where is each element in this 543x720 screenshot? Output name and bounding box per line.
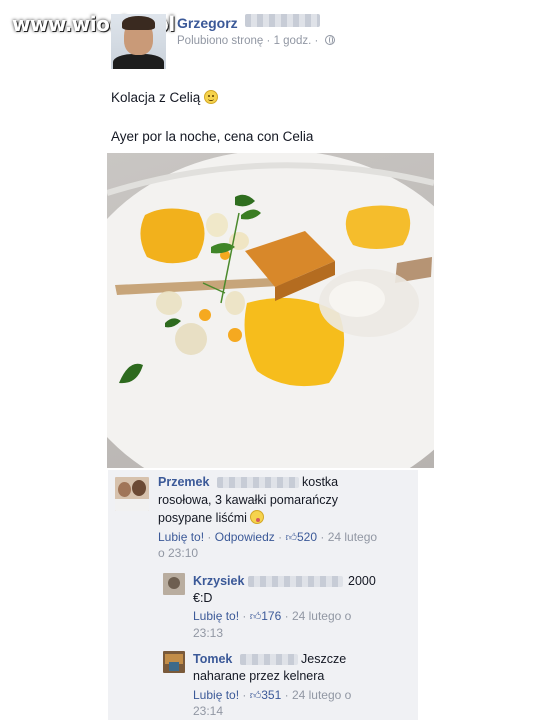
comment-text: Jeszcze [301,652,347,666]
sponge-cake-1 [140,208,205,264]
like-count[interactable]: 176 [261,609,281,623]
comment-avatar-tomek[interactable] [163,651,185,673]
like-link[interactable]: Lubię to! [193,609,239,623]
reply-link[interactable]: Odpowiedz [215,530,275,544]
thumbs-up-icon: 👍︎ [249,690,262,702]
comment-avatar-przemek[interactable] [115,477,149,511]
like-link[interactable]: Lubię to! [158,530,204,544]
actions-separator: · [207,530,212,544]
comment-avatar-krzysiek[interactable] [163,573,185,595]
meta-separator: · [266,35,271,47]
tongue-emoticon-icon [250,510,265,524]
jelly-4 [175,323,207,355]
dessert-plate-image [107,153,434,468]
comment-text: rosołowa, 3 kawałki pomarańczy [158,493,338,507]
post-author-name[interactable]: Grzegorz [177,15,238,31]
comment-actions: Lubię to! · Odpowiedz · 👍︎520 · 24 luteg… [158,529,416,546]
actions-separator: · [320,530,325,544]
comment-text: naharane przez kelnera [193,669,325,683]
comment-text: posypane liśćmi [158,510,265,526]
comment-text-end: posypane liśćmi [158,511,247,525]
jelly-1 [206,213,228,237]
comment-actions: Lubię to! · 👍︎176 · 24 lutego o [193,608,413,625]
avatar-pattern-2 [169,662,179,671]
comment-date-cont[interactable]: o 23:10 [158,545,198,561]
blurred-surname [240,654,298,665]
comment-author[interactable]: Krzysiek [193,574,244,588]
comment-text: €:D [193,591,213,605]
post-meta: Polubiono stronę · 1 godz. · [177,35,335,47]
avatar-person-1 [118,482,131,497]
globe-icon[interactable] [324,35,335,45]
comment-text: kostka [302,475,339,489]
blurred-surname [245,14,320,27]
blurred-surname [248,576,343,587]
meta-timestamp[interactable]: 1 godz. [274,35,312,47]
actions-separator: · [242,609,247,623]
comment-text: 2000 [348,574,376,588]
actions-separator: · [242,688,247,702]
avatar-shirt [113,54,164,69]
foam-highlight [329,281,385,317]
actions-separator: · [278,530,283,544]
like-link[interactable]: Lubię to! [193,688,239,702]
orange-dot-2 [228,328,242,342]
meta-liked-page: Polubiono stronę [177,35,264,47]
orange-dot-1 [199,309,211,321]
post-text-es: Ayer por la noche, cena con Celia [111,129,314,144]
jelly-5 [225,291,245,315]
blurred-surname [217,477,299,488]
like-count[interactable]: 520 [297,530,317,544]
meta-separator-2: · [314,35,319,47]
avatar-hair [122,16,155,30]
actions-separator: · [284,609,289,623]
thumbs-up-icon: 👍︎ [249,611,262,623]
post-text-pl: Kolacja z Celią [111,90,219,105]
like-count[interactable]: 351 [261,688,281,702]
avatar-figure [168,577,180,589]
jelly-3 [156,291,182,315]
thumbs-up-icon: 👍︎ [285,532,297,544]
avatar-person-2 [132,480,146,496]
avatar-shirts [115,499,149,511]
post-text-pl-content: Kolacja z Celią [111,90,201,105]
smiley-emoticon-icon [204,90,219,104]
comment-author[interactable]: Przemek [158,475,209,489]
post-photo[interactable] [107,153,434,468]
author-avatar[interactable] [111,14,166,69]
actions-separator: · [284,688,289,702]
comment-author[interactable]: Tomek [193,652,232,666]
comment-date-cont[interactable]: 23:14 [193,703,223,719]
comment-date-cont[interactable]: 23:13 [193,625,223,641]
comment-date[interactable]: 24 lutego o [292,688,351,702]
comment-actions: Lubię to! · 👍︎351 · 24 lutego o [193,687,413,704]
comment-date[interactable]: 24 lutego o [292,609,351,623]
sponge-cake-2 [345,205,411,249]
comments-section: Przemek kostka rosołowa, 3 kawałki pomar… [108,470,418,720]
comment-date[interactable]: 24 lutego [328,530,377,544]
